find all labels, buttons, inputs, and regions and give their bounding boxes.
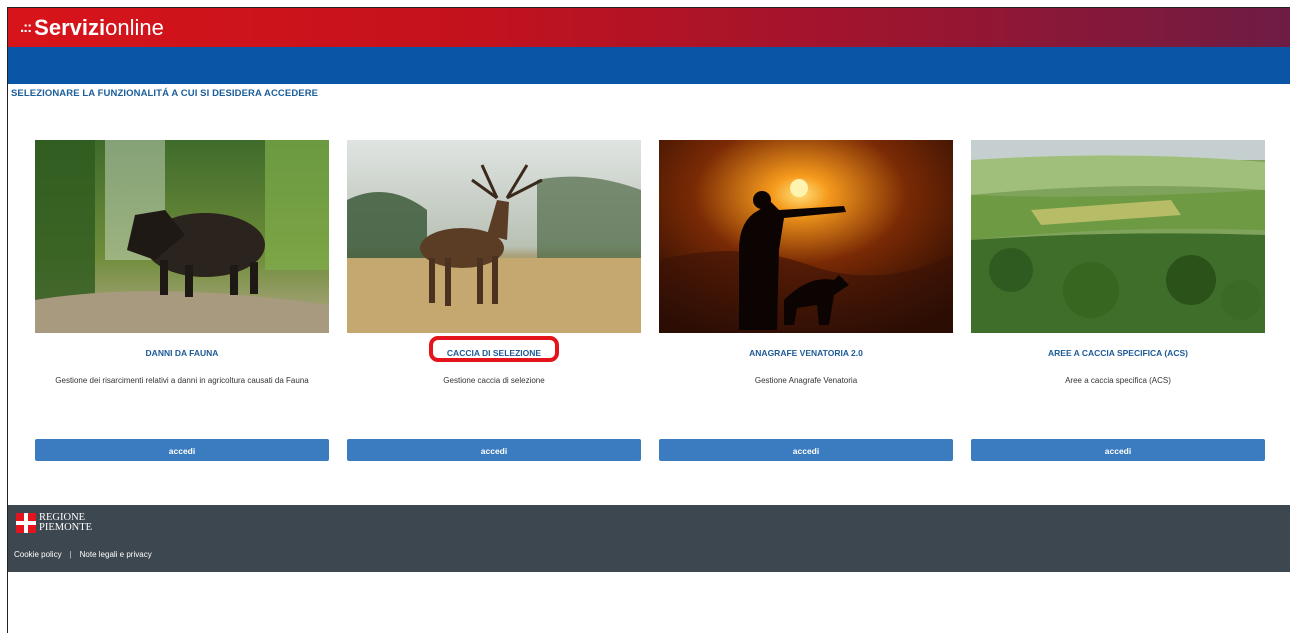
- brand-name-bold: Servizi: [34, 14, 106, 40]
- piemonte-flag-icon: [16, 513, 36, 533]
- card-anagrafe-venatoria: ANAGRAFE VENATORIA 2.0 Gestione Anagrafe…: [659, 140, 953, 470]
- highlight-annotation: [429, 336, 559, 362]
- logo-text: REGIONE PIEMONTE: [39, 512, 93, 533]
- card-caccia-di-selezione: CACCIA DI SELEZIONE Gestione caccia di s…: [347, 140, 641, 470]
- footer-separator: |: [69, 550, 72, 559]
- cookie-policy-link[interactable]: Cookie policy: [14, 550, 62, 559]
- footer-links: Cookie policy | Note legali e privacy: [14, 550, 152, 559]
- boar-photo-icon: [35, 140, 329, 333]
- regione-piemonte-logo[interactable]: REGIONE PIEMONTE: [16, 512, 93, 533]
- card-danni-da-fauna: DANNI DA FAUNA Gestione dei risarcimenti…: [35, 140, 329, 470]
- top-header: .:: Servizi online: [8, 8, 1290, 47]
- accedi-button-anagrafe-venatoria[interactable]: accedi: [659, 439, 953, 461]
- hunter-sunset-photo-icon: [659, 140, 953, 333]
- footer: REGIONE PIEMONTE Cookie policy | Note le…: [8, 505, 1290, 572]
- accedi-button-caccia-di-selezione[interactable]: accedi: [347, 439, 641, 461]
- feature-cards: DANNI DA FAUNA Gestione dei risarcimenti…: [8, 140, 1290, 470]
- card-title[interactable]: DANNI DA FAUNA: [35, 348, 329, 358]
- landscape-photo-icon: [971, 140, 1265, 333]
- page-title: SELEZIONARE LA FUNZIONALITÁ A CUI SI DES…: [11, 88, 319, 99]
- deer-photo-icon: [347, 140, 641, 333]
- page-frame: .:: Servizi online SELEZIONARE LA FUNZIO…: [7, 7, 1290, 633]
- brand-name-light: online: [105, 14, 164, 40]
- card-aree-caccia-specifica: AREE A CACCIA SPECIFICA (ACS) Aree a cac…: [971, 140, 1265, 470]
- card-description: Gestione dei risarcimenti relativi a dan…: [55, 376, 309, 385]
- logo-line2: PIEMONTE: [39, 522, 93, 533]
- accedi-button-aree-caccia-specifica[interactable]: accedi: [971, 439, 1265, 461]
- accedi-button-danni-da-fauna[interactable]: accedi: [35, 439, 329, 461]
- card-description: Gestione caccia di selezione: [443, 376, 545, 385]
- nav-bar: [8, 47, 1290, 84]
- card-description: Gestione Anagrafe Venatoria: [754, 376, 858, 385]
- brand-dots-icon: .::: [20, 19, 32, 36]
- brand-logo[interactable]: .:: Servizi online: [20, 15, 164, 41]
- legal-privacy-link[interactable]: Note legali e privacy: [80, 550, 152, 559]
- card-title[interactable]: ANAGRAFE VENATORIA 2.0: [659, 348, 953, 358]
- card-title[interactable]: AREE A CACCIA SPECIFICA (ACS): [971, 348, 1265, 358]
- card-description: Aree a caccia specifica (ACS): [1065, 376, 1171, 385]
